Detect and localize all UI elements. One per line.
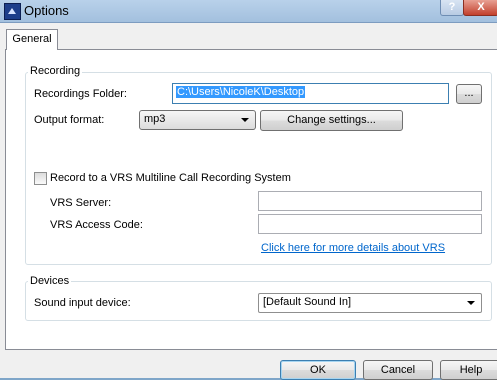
vrs-checkbox[interactable] [34, 172, 47, 185]
app-icon [4, 3, 21, 20]
recordings-folder-input[interactable]: C:\Users\NicoleK\Desktop [172, 83, 449, 104]
vrs-details-link[interactable]: Click here for more details about VRS [261, 242, 445, 254]
vrs-server-label: VRS Server: [50, 197, 112, 209]
window-title: Options [24, 3, 69, 18]
recording-group-title: Recording [28, 65, 83, 77]
cancel-button[interactable]: Cancel [363, 360, 433, 380]
tab-general[interactable]: General [6, 29, 58, 50]
sound-input-value: [Default Sound In] [263, 296, 352, 308]
chevron-down-icon [241, 118, 249, 122]
change-settings-button[interactable]: Change settings... [260, 110, 403, 131]
chevron-down-icon [467, 301, 475, 305]
output-format-value: mp3 [144, 113, 166, 125]
output-format-label: Output format: [34, 114, 105, 126]
recordings-folder-label: Recordings Folder: [34, 88, 127, 100]
title-bar: Options ? X [0, 0, 497, 23]
ok-button[interactable]: OK [280, 360, 356, 380]
vrs-access-code-input[interactable] [258, 214, 482, 234]
help-titlebar-button[interactable]: ? [440, 0, 464, 16]
vrs-server-input[interactable] [258, 191, 482, 211]
output-format-select[interactable]: mp3 [139, 110, 256, 130]
vrs-checkbox-label: Record to a VRS Multiline Call Recording… [50, 172, 291, 184]
sound-input-label: Sound input device: [34, 297, 131, 309]
close-button[interactable]: X [463, 0, 497, 16]
recordings-folder-value: C:\Users\NicoleK\Desktop [176, 86, 306, 98]
devices-group-title: Devices [28, 275, 72, 287]
sound-input-select[interactable]: [Default Sound In] [258, 293, 482, 313]
help-button[interactable]: Help [440, 360, 497, 380]
browse-button[interactable]: ... [456, 84, 482, 104]
vrs-access-code-label: VRS Access Code: [50, 219, 143, 231]
